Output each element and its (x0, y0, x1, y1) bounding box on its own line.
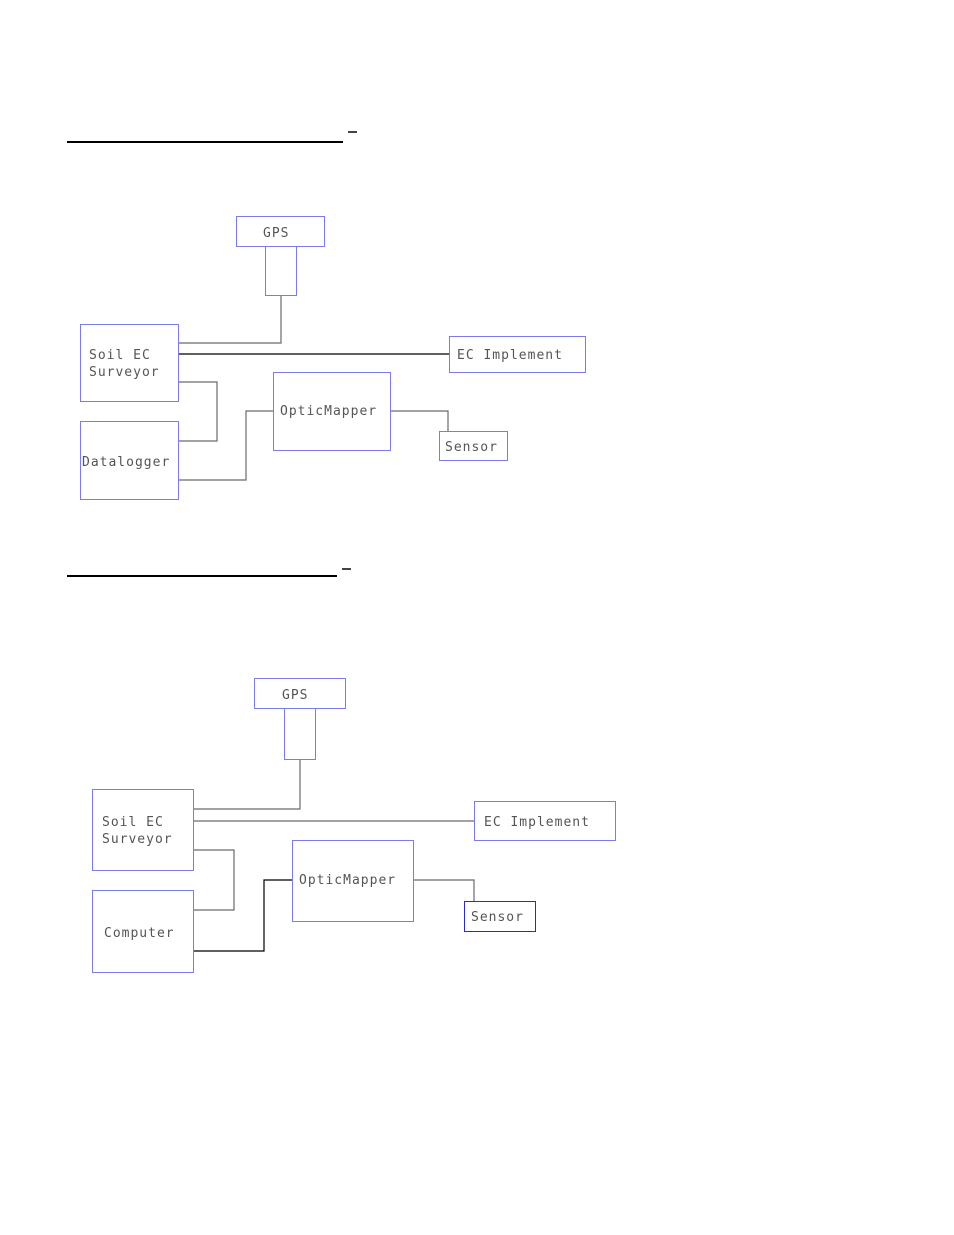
node-computer: Computer (92, 890, 194, 973)
node-sensor: Sensor (464, 901, 536, 932)
soil-ec-surveyor-label-line1: Soil EC (102, 815, 164, 830)
soil-ec-surveyor-label-line2: Surveyor (102, 832, 173, 847)
wire-gps-to-surveyor (193, 759, 301, 810)
gps-stem (284, 708, 316, 760)
node-gps: GPS (254, 678, 346, 760)
node-ec-implement: EC Implement (474, 801, 616, 841)
soil-ec-surveyor-box (92, 789, 194, 871)
wire-computer-to-opticmapper (193, 879, 292, 952)
computer-label: Computer (104, 926, 175, 941)
node-soil-ec-surveyor: Soil EC Surveyor (92, 789, 194, 871)
ec-implement-label: EC Implement (484, 815, 590, 830)
gps-label: GPS (282, 688, 308, 703)
diagram-2: GPS Soil EC Surveyor Computer OpticMappe… (92, 678, 616, 973)
opticmapper-label: OpticMapper (299, 873, 396, 888)
sensor-label: Sensor (471, 910, 524, 925)
wire-surveyor-to-computer (193, 849, 235, 911)
wire-opticmapper-to-sensor (413, 879, 475, 901)
node-opticmapper: OpticMapper (292, 840, 414, 922)
